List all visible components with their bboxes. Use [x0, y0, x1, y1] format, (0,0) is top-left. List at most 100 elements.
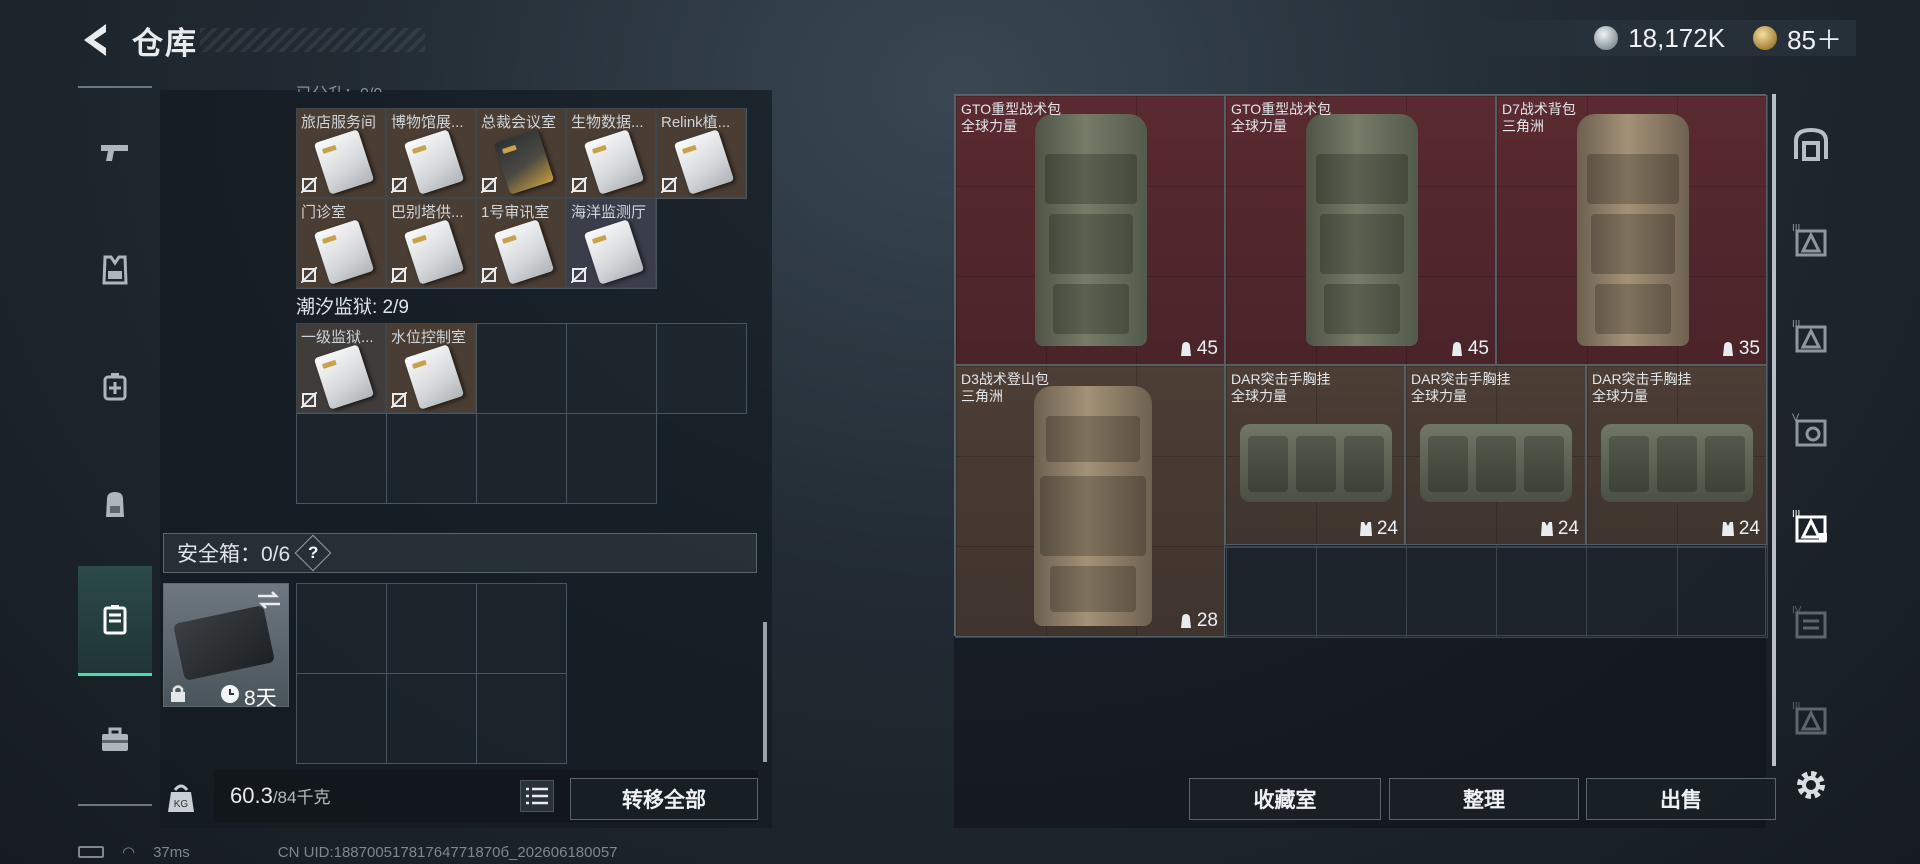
backpack-item[interactable]: DAR突击手胸挂 全球力量 24 — [1586, 365, 1767, 545]
silver-coin-icon — [1594, 26, 1619, 50]
backpack-capacity-icon — [1451, 342, 1462, 356]
grid-slot — [1496, 546, 1588, 638]
capacity-value: 28 — [1196, 610, 1218, 631]
backpack-item[interactable]: GTO重型战术包 全球力量 45 — [1225, 95, 1496, 365]
backpack-item[interactable]: DAR突击手胸挂 全球力量 24 — [1405, 365, 1586, 545]
backpack-image — [1576, 114, 1689, 346]
backpack-item[interactable]: D3战术登山包 三角洲 28 — [955, 365, 1225, 637]
grid-slot — [296, 673, 387, 764]
backpack-scrollbar[interactable] — [1772, 94, 1776, 766]
keycard-item[interactable]: 生物数据... — [566, 108, 656, 198]
weight-readout: 60.3/84千克 — [230, 783, 330, 809]
item-faction: 三角洲 — [961, 388, 1003, 404]
list-view-button[interactable] — [520, 780, 554, 812]
item-capacity: 24 — [1540, 518, 1579, 540]
storage-scrollbar[interactable] — [763, 622, 767, 762]
keycard-item[interactable]: 水位控制室 — [386, 323, 476, 413]
pouch — [1594, 284, 1671, 334]
grid-slot — [296, 583, 387, 674]
grid-slot — [566, 413, 657, 504]
pouch — [1319, 214, 1404, 274]
settings-button[interactable] — [1786, 760, 1836, 810]
keycard-image — [313, 344, 375, 410]
grid-slot — [566, 323, 657, 414]
backpack-item[interactable]: D7战术背包 三角洲 35 — [1496, 95, 1767, 365]
storage-tier-3-active-icon: III — [1792, 509, 1827, 543]
case-image — [172, 605, 276, 681]
keycard-image — [403, 129, 465, 195]
keycard-name: 门诊室 — [301, 204, 347, 221]
keycard-item[interactable]: 巴别塔供... — [386, 198, 476, 288]
tab-storage-4[interactable]: IV — [1786, 596, 1836, 646]
gold-currency-value[interactable]: 85＋ — [1787, 20, 1842, 57]
help-button[interactable]: ? — [294, 534, 332, 572]
backpack-image — [1035, 114, 1147, 346]
nav-toolbox[interactable] — [78, 704, 152, 776]
tab-storage-3c[interactable]: III — [1786, 692, 1836, 742]
nav-container[interactable] — [78, 566, 152, 676]
backpack-capacity-icon — [1722, 342, 1733, 356]
pistol-icon — [101, 145, 128, 161]
grid-slot — [476, 413, 567, 504]
tab-storage-5[interactable]: V — [1786, 404, 1836, 454]
grid-slot — [476, 673, 567, 764]
tab-storage-3-active[interactable]: III — [1786, 500, 1836, 550]
tab-storage-3a[interactable]: III — [1786, 214, 1836, 264]
keycard-item[interactable]: 海洋监测厅 — [566, 198, 656, 288]
nav-weapons[interactable] — [78, 116, 152, 188]
transfer-all-button[interactable]: 转移全部 — [570, 778, 758, 820]
tab-all-storage[interactable] — [1786, 120, 1836, 170]
tab-storage-3b[interactable]: III — [1786, 310, 1836, 360]
no-link-icon — [480, 266, 498, 284]
item-faction: 全球力量 — [1411, 388, 1467, 404]
pouch — [1609, 436, 1649, 492]
keycard-item[interactable]: 一级监狱... — [296, 323, 386, 413]
pouch — [1049, 214, 1133, 274]
storage-tier-5-icon: V — [1792, 412, 1827, 447]
keycard-item[interactable]: 门诊室 — [296, 198, 386, 288]
keycard-image — [313, 219, 375, 285]
capacity-value: 45 — [1196, 338, 1218, 359]
backpack-item[interactable]: DAR突击手胸挂 全球力量 24 — [1225, 365, 1405, 545]
keycard-name: 水位控制室 — [391, 329, 467, 346]
keycard-item[interactable]: 总裁会议室 — [476, 108, 566, 198]
safe-case-item[interactable]: 8天 — [163, 583, 289, 710]
toolbox-icon — [102, 727, 128, 751]
keycard-name: Relink植... — [661, 114, 731, 131]
keycard-item[interactable]: 博物馆展... — [386, 108, 476, 198]
backpack-capacity-icon — [1180, 614, 1191, 628]
pouch — [1046, 416, 1140, 462]
no-link-icon — [570, 266, 588, 284]
pouch — [1040, 476, 1146, 556]
back-button[interactable] — [78, 20, 112, 60]
item-capacity: 45 — [1450, 338, 1489, 360]
pouch — [1524, 436, 1564, 492]
no-link-icon — [570, 176, 588, 194]
sort-button[interactable]: 整理 — [1389, 778, 1579, 820]
backpack-image — [1034, 386, 1152, 626]
sell-button[interactable]: 出售 — [1586, 778, 1776, 820]
keycard-name: 旅店服务间 — [301, 114, 377, 131]
collection-room-button[interactable]: 收藏室 — [1189, 778, 1381, 820]
item-faction: 全球力量 — [1592, 388, 1648, 404]
section-label-tidal-prison: 潮汐监狱: 2/9 — [296, 297, 409, 318]
lock-icon — [171, 685, 185, 702]
swap-icon — [258, 591, 280, 609]
item-capacity: 45 — [1179, 338, 1218, 360]
keycard-image — [583, 129, 645, 195]
storage-tier-3-icon-3: III — [1792, 701, 1827, 735]
question-icon: ? — [308, 542, 319, 562]
pouch — [1344, 436, 1384, 492]
nav-medical[interactable] — [78, 350, 152, 422]
nav-armor[interactable] — [78, 234, 152, 306]
grid-slot — [1315, 546, 1407, 638]
keycard-name: 巴别塔供... — [391, 204, 464, 221]
keycard-item[interactable]: 1号审讯室 — [476, 198, 566, 288]
keycard-item[interactable]: Relink植... — [656, 108, 746, 198]
ping-value: 37ms — [153, 843, 190, 861]
pouch — [1586, 154, 1679, 204]
keycard-item[interactable]: 旅店服务间 — [296, 108, 386, 198]
backpack-item[interactable]: GTO重型战术包 全球力量 45 — [955, 95, 1225, 365]
nav-backpack[interactable] — [78, 468, 152, 540]
case-timer: 8天 — [244, 687, 277, 710]
